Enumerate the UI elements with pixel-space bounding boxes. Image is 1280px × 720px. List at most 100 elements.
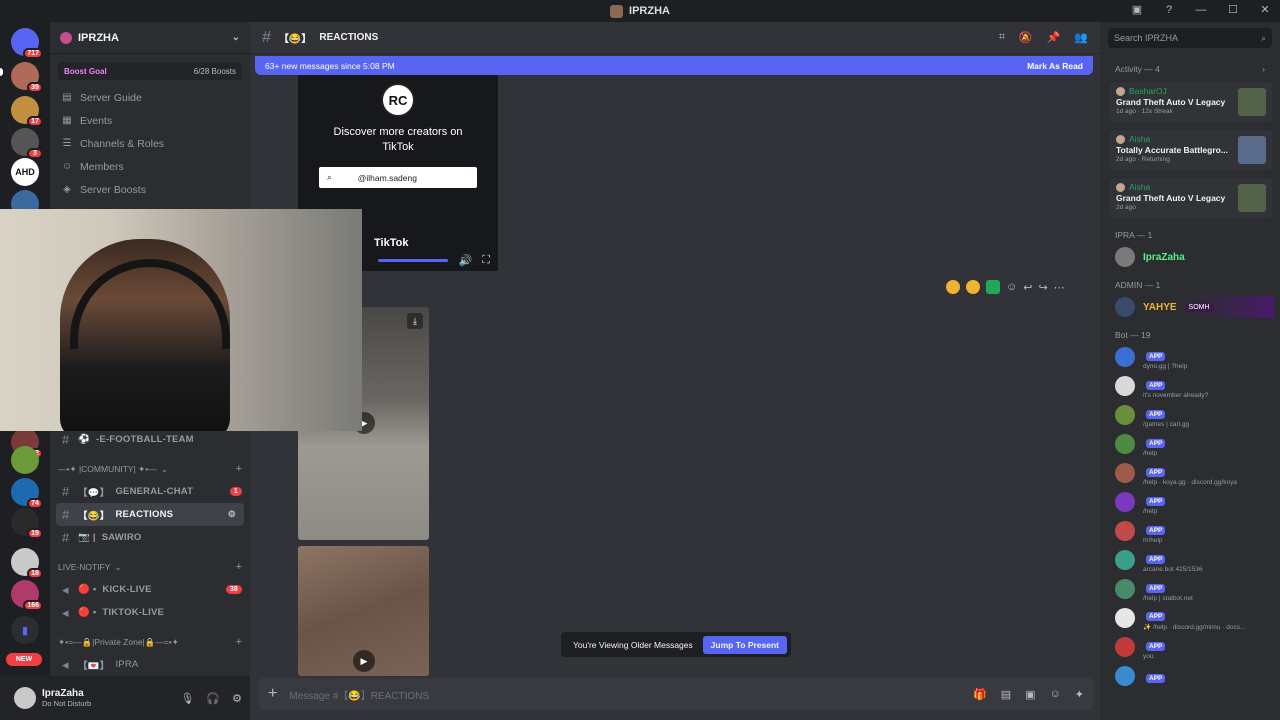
video-attachment[interactable]: ▶	[298, 546, 429, 676]
category-live-notify[interactable]: LIVE-NOTIFY ⌄ +	[50, 556, 250, 578]
inbox-icon[interactable]: ▣	[1130, 3, 1144, 16]
bot-member-item[interactable]: APP arcane.bot 425/1536	[1115, 548, 1280, 573]
channel-ipra[interactable]: ◂ 【💌】 IPRA	[50, 653, 250, 676]
avatar[interactable]	[14, 687, 36, 709]
add-channel-icon[interactable]: +	[236, 463, 242, 475]
reaction-emoji[interactable]	[966, 280, 980, 294]
mark-as-read-button[interactable]: Mark As Read	[1027, 61, 1083, 71]
add-reaction-icon[interactable]: ☺	[1006, 281, 1017, 293]
channel-e-football-team[interactable]: # ⚽ -E-FOOTBALL-TEAM	[50, 428, 250, 451]
server-icon[interactable]: 18	[11, 548, 43, 579]
search-input[interactable]: Search IPRZHA ⌕	[1108, 28, 1272, 48]
maximize-button[interactable]: ☐	[1226, 3, 1240, 16]
bot-member-item[interactable]: APP you.	[1115, 635, 1280, 660]
gear-icon[interactable]: ⚙	[232, 692, 242, 705]
download-icon[interactable]: ⤓	[407, 313, 423, 329]
message-input[interactable]: Message #【😂】REACTIONS	[289, 687, 429, 702]
server-icon[interactable]: 3	[11, 128, 43, 159]
bot-status: it's november already?	[1143, 391, 1209, 399]
jump-to-present-button[interactable]: Jump To Present	[702, 635, 787, 654]
avatar	[1115, 492, 1135, 512]
bot-status: /games | carl.gg	[1143, 420, 1190, 428]
server-guide-link[interactable]: ▤ Server Guide	[50, 86, 250, 109]
channel-general-chat[interactable]: # 【💬】 GENERAL-CHAT 1	[50, 480, 250, 503]
pin-icon[interactable]: 📌	[1047, 31, 1061, 44]
member-list-icon[interactable]: 👥	[1074, 31, 1088, 44]
bot-member-item[interactable]: APP dyno.gg | ?help	[1115, 345, 1280, 370]
category-community[interactable]: —•✦ |COMMUNITY| ✦•— ⌄ +	[50, 458, 250, 480]
server-icon[interactable]: 74	[11, 478, 43, 509]
gif-icon[interactable]: ▤	[1001, 688, 1011, 701]
forward-icon[interactable]: ↪	[1038, 281, 1047, 294]
more-icon[interactable]: ⋯	[1054, 281, 1065, 294]
bot-member-item[interactable]: APP/help · koya.gg · discord.gg/koya	[1115, 461, 1280, 486]
add-channel-icon[interactable]: +	[236, 636, 242, 648]
folder-icon[interactable]: ▮	[11, 616, 39, 644]
channel-name: IPRA	[115, 659, 139, 670]
category-private-zone[interactable]: ✦•=—🔒|Private Zone|🔒—=•✦ +	[50, 631, 250, 653]
events-link[interactable]: ▦ Events	[50, 109, 250, 132]
search-icon: ⌕	[1260, 32, 1266, 43]
server-boosts-link[interactable]: ◈ Server Boosts	[50, 178, 250, 201]
mention-badge: 19	[27, 528, 43, 539]
members-link[interactable]: ☺ Members	[50, 155, 250, 178]
member-item[interactable]: IpraZaha	[1115, 246, 1280, 268]
emoji-icon[interactable]: ☺	[1050, 688, 1061, 701]
fullscreen-icon[interactable]: ⛶	[482, 254, 490, 267]
server-icon[interactable]: 166	[11, 580, 43, 611]
channel-kick-live[interactable]: ◂ 🔴 • KICK-LIVE 38	[50, 578, 250, 601]
server-icon[interactable]: 39	[11, 62, 43, 93]
mention-badge: 74	[27, 498, 43, 509]
minimize-button[interactable]: —	[1194, 4, 1208, 16]
bot-member-item[interactable]: APP/help	[1115, 432, 1280, 457]
server-icon-ahd[interactable]: AHD	[11, 158, 39, 186]
bot-status: /help · koya.gg · discord.gg/koya	[1143, 478, 1237, 486]
bot-member-item[interactable]: APP ✨ /help · discord.gg/mimu · docs...	[1115, 606, 1280, 631]
boost-goal[interactable]: Boost Goal 6/28 Boosts	[58, 62, 242, 80]
server-icon[interactable]: 17	[11, 96, 43, 127]
server-icon[interactable]: 19	[11, 508, 43, 539]
video-progress-bar[interactable]	[378, 259, 448, 262]
member-item[interactable]: YAHYE SOMH	[1115, 296, 1274, 318]
help-icon[interactable]: ?	[1162, 4, 1176, 16]
tiktok-search[interactable]: ⌕ @ilham.sadeng	[319, 167, 477, 188]
sticker-icon[interactable]: ▣	[1025, 688, 1035, 701]
apps-icon[interactable]: ✦	[1075, 688, 1084, 701]
add-attachment-icon[interactable]: +	[268, 685, 277, 703]
volume-icon[interactable]: 🔊	[459, 254, 473, 267]
activity-card[interactable]: Aisha Grand Theft Auto V Legacy 2d ago	[1110, 178, 1272, 218]
reply-icon[interactable]: ↩	[1023, 281, 1032, 294]
gift-icon[interactable]: 🎁	[973, 688, 987, 701]
microphone-icon[interactable]: 🎙	[180, 692, 194, 705]
headphones-icon[interactable]: 🎧	[206, 692, 220, 705]
activity-header[interactable]: Activity — 4 ›	[1115, 64, 1265, 74]
bot-member-item[interactable]: APP/help	[1115, 490, 1280, 515]
channel-tiktok-live[interactable]: ◂ 🔴 • TIKTOK-LIVE	[50, 601, 250, 624]
direct-messages-icon[interactable]: 717	[11, 28, 43, 59]
server-icon[interactable]	[11, 446, 39, 474]
guild-header[interactable]: IPRZHA ⌄	[50, 22, 250, 54]
mute-bell-icon[interactable]: 🔕	[1019, 31, 1033, 44]
activity-card[interactable]: BasharOJ Grand Theft Auto V Legacy 1d ag…	[1110, 82, 1272, 122]
close-button[interactable]: ✕	[1258, 3, 1272, 16]
bot-member-item[interactable]: APP m!help	[1115, 519, 1280, 544]
role-header-ipra: IPRA — 1	[1115, 230, 1153, 240]
mention-badge: 717	[23, 48, 43, 59]
add-channel-icon[interactable]: +	[236, 561, 242, 573]
channel-sawiro[interactable]: # 📷 | SAWIRO	[50, 526, 250, 549]
reaction-emoji[interactable]	[946, 280, 960, 294]
message-composer[interactable]: + Message #【😂】REACTIONS 🎁 ▤ ▣ ☺ ✦	[258, 678, 1094, 710]
bot-member-item[interactable]: APP/help | statbot.net	[1115, 577, 1280, 602]
activity-card[interactable]: Aisha Totally Accurate Battlegro... 2d a…	[1110, 130, 1272, 170]
channel-settings-icon[interactable]: ⚙	[228, 509, 236, 520]
bot-member-item[interactable]: APP	[1115, 664, 1280, 688]
threads-icon[interactable]: ⌗	[999, 31, 1005, 44]
bot-member-item[interactable]: APP it's november already?	[1115, 374, 1280, 399]
bot-member-item[interactable]: APP/games | carl.gg	[1115, 403, 1280, 428]
new-messages-bar[interactable]: 63+ new messages since 5:08 PM Mark As R…	[255, 56, 1093, 75]
play-icon[interactable]: ▶	[353, 650, 375, 672]
channels-roles-link[interactable]: ☰ Channels & Roles	[50, 132, 250, 155]
avatar	[1115, 608, 1135, 628]
channel-reactions[interactable]: # 【😂】 REACTIONS ⚙	[56, 503, 244, 526]
reaction-emoji[interactable]	[986, 280, 1000, 294]
